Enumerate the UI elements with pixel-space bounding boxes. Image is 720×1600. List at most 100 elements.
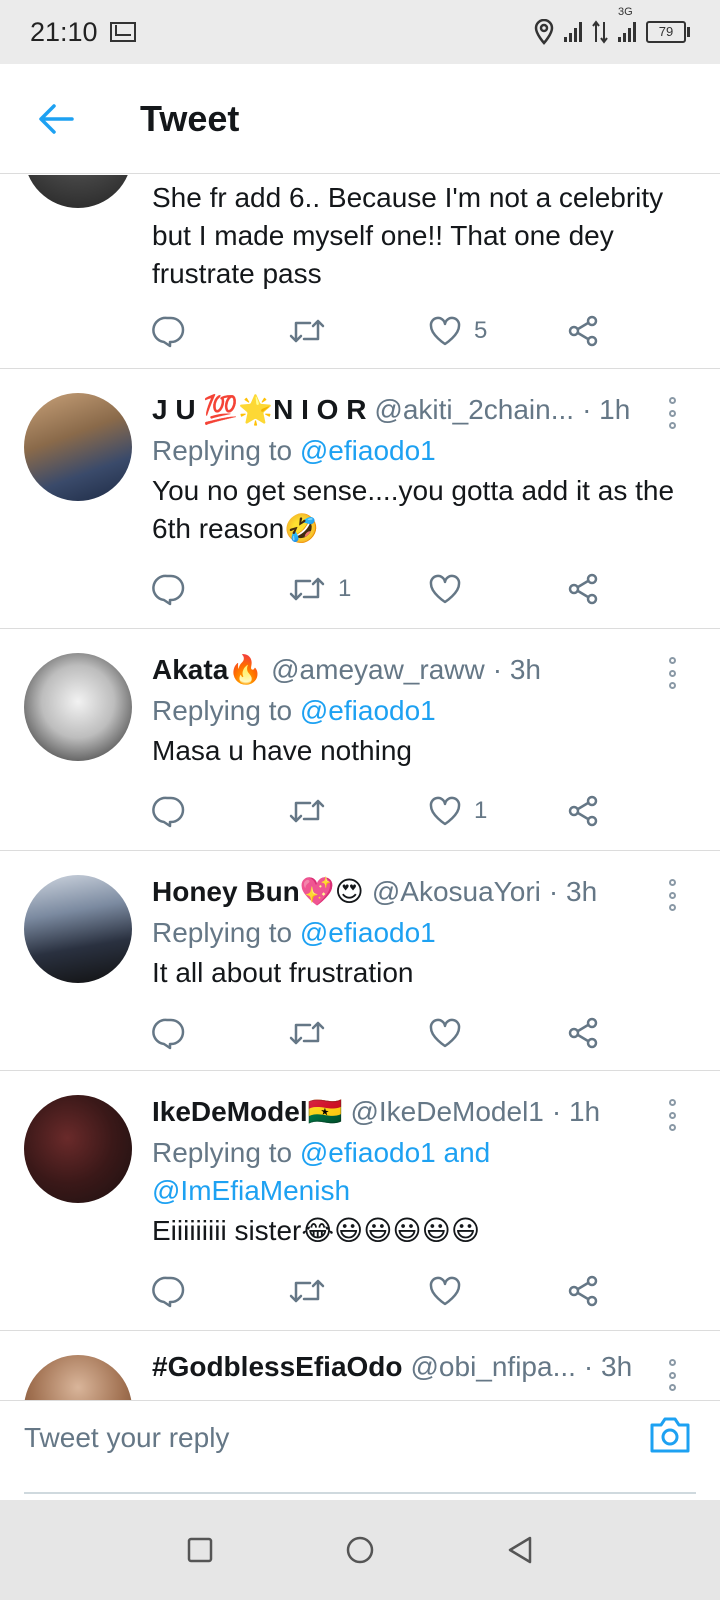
tweet-text: Eiiiiiiiii sister😂😃😃😃😃😃 [152, 1215, 481, 1246]
tweet-time: · 3h [583, 1351, 633, 1382]
like-button[interactable]: 5 [428, 315, 487, 347]
replying-to: Replying to @efiaodo1 and @ImEfiaMenish [152, 1137, 491, 1206]
share-icon [568, 315, 598, 347]
circle-icon [346, 1536, 374, 1564]
share-button[interactable] [566, 1274, 600, 1308]
retweet-icon [289, 1279, 325, 1303]
display-name[interactable]: Akata🔥 [152, 653, 263, 686]
tweet-item[interactable]: IkeDeModel🇬🇭 @IkeDeModel1 · 1h Replying … [0, 1071, 720, 1331]
reply-icon [152, 574, 185, 606]
tweet-actions: 1 [152, 569, 612, 609]
more-options-button[interactable] [662, 393, 682, 433]
camera-button[interactable] [648, 1415, 696, 1463]
app-header: Tweet [0, 64, 720, 174]
retweet-icon [289, 319, 325, 343]
share-button[interactable] [566, 572, 600, 606]
reply-button[interactable] [152, 314, 198, 348]
back-button[interactable] [26, 89, 86, 149]
reply-button[interactable] [152, 1016, 198, 1050]
retweet-button[interactable] [288, 1275, 338, 1307]
tweet-item[interactable]: Honey Bun💖😍 @AkosuaYori · 3h Replying to… [0, 851, 720, 1071]
tweet-actions [152, 1013, 612, 1053]
avatar[interactable] [24, 1355, 132, 1400]
display-name[interactable]: #GodblessEfiaOdo [152, 1351, 403, 1383]
tweet-item[interactable]: She fr add 6.. Because I'm not a celebri… [0, 175, 720, 369]
mention-link[interactable]: @efiaodo1 [300, 917, 436, 948]
retweet-icon [289, 1021, 325, 1045]
camera-icon [650, 1417, 690, 1453]
like-count: 1 [474, 797, 488, 824]
retweet-icon [289, 799, 325, 823]
back-nav-button[interactable] [490, 1520, 550, 1580]
tweet-item[interactable]: Akata🔥 @ameyaw_raww · 3h Replying to @ef… [0, 629, 720, 851]
arrow-left-icon [39, 103, 74, 134]
location-icon [534, 19, 554, 45]
tweet-actions [152, 1271, 612, 1311]
tweet-time: · 1h [551, 1095, 601, 1127]
tweet-text: Masa u have nothing [152, 735, 412, 766]
retweet-button[interactable] [288, 1017, 338, 1049]
battery-icon: 79 [646, 21, 690, 43]
share-icon [568, 573, 598, 605]
like-button[interactable] [428, 1275, 474, 1307]
like-count: 5 [474, 317, 488, 344]
avatar[interactable] [24, 875, 132, 983]
tweet-text: You no get sense....you gotta add it as … [152, 475, 675, 544]
tweet-time: · 1h [582, 393, 631, 425]
triangle-back-icon [508, 1536, 532, 1564]
avatar[interactable] [24, 1095, 132, 1203]
tweet-text: It all about frustration [152, 957, 414, 988]
recents-button[interactable] [170, 1520, 230, 1580]
reply-icon [152, 796, 185, 828]
like-button[interactable] [428, 1017, 474, 1049]
reply-button[interactable] [152, 572, 198, 606]
data-transfer-icon [592, 20, 608, 44]
like-button[interactable]: 1 [428, 795, 487, 827]
more-options-button[interactable] [662, 1095, 682, 1135]
status-bar: 21:10 3G 79 [0, 0, 720, 64]
display-name[interactable]: J U 💯🌟N I O R [152, 393, 366, 426]
like-button[interactable] [428, 573, 474, 605]
share-button[interactable] [566, 314, 600, 348]
mention-link[interactable]: @efiaodo1 [300, 695, 436, 726]
user-handle[interactable]: @akiti_2chain... [374, 394, 574, 426]
retweet-icon [289, 577, 325, 601]
status-icons: 3G 79 [534, 6, 690, 45]
tweet-item[interactable]: J U 💯🌟N I O R @akiti_2chain... · 1h Repl… [0, 369, 720, 629]
display-name[interactable]: Honey Bun💖😍 [152, 875, 364, 908]
share-icon [568, 1275, 598, 1307]
reply-feed[interactable]: She fr add 6.. Because I'm not a celebri… [0, 175, 720, 1400]
reply-icon [152, 316, 185, 348]
retweet-button[interactable]: 1 [288, 573, 351, 605]
user-handle[interactable]: @obi_nfipa... [411, 1351, 576, 1383]
tweet-time: · 3h [548, 875, 598, 907]
avatar[interactable] [24, 653, 132, 761]
home-button[interactable] [330, 1520, 390, 1580]
mention-link[interactable]: @efiaodo1 [300, 435, 436, 466]
user-handle[interactable]: @IkeDeModel1 [350, 1096, 543, 1128]
reply-button[interactable] [152, 794, 198, 828]
user-handle[interactable]: @ameyaw_raww [271, 654, 485, 686]
tweet-item[interactable]: #GodblessEfiaOdo @obi_nfipa... · 3h [0, 1331, 720, 1400]
heart-icon [429, 796, 461, 826]
retweet-button[interactable] [288, 315, 338, 347]
share-button[interactable] [566, 1016, 600, 1050]
retweet-button[interactable] [288, 795, 338, 827]
tweet-text: She fr add 6.. Because I'm not a celebri… [152, 182, 664, 289]
avatar[interactable] [24, 393, 132, 501]
display-name[interactable]: IkeDeModel🇬🇭 [152, 1095, 342, 1128]
reply-button[interactable] [152, 1274, 198, 1308]
page-title: Tweet [140, 97, 240, 139]
tweet-actions: 5 [152, 311, 612, 351]
signal-icon [564, 22, 582, 42]
reply-input[interactable] [24, 1401, 604, 1475]
reply-icon [152, 1276, 185, 1308]
heart-icon [429, 1018, 461, 1048]
avatar[interactable] [24, 175, 132, 208]
more-options-button[interactable] [662, 875, 682, 915]
tweet-actions: 1 [152, 791, 612, 831]
more-options-button[interactable] [662, 1355, 682, 1395]
user-handle[interactable]: @AkosuaYori [372, 876, 541, 908]
share-button[interactable] [566, 794, 600, 828]
more-options-button[interactable] [662, 653, 682, 693]
